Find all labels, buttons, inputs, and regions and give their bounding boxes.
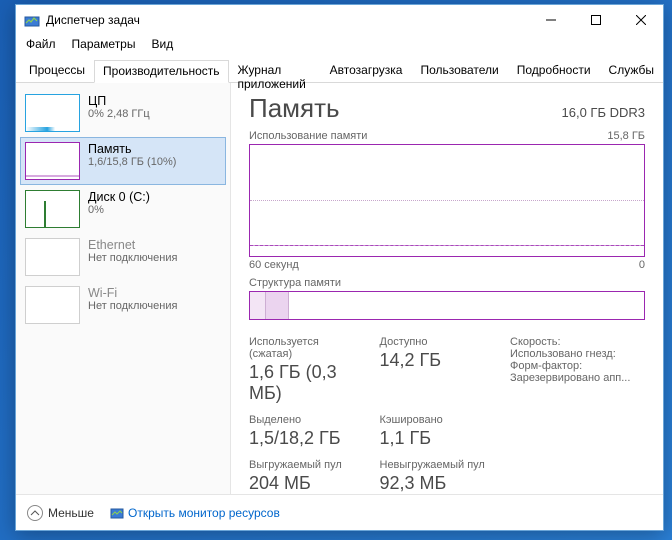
composition-seg-reserved xyxy=(250,292,266,319)
cpu-thumb-icon xyxy=(25,94,80,132)
sidebar-mem-title: Память xyxy=(88,142,176,156)
window-controls xyxy=(528,6,663,35)
tab-details[interactable]: Подробности xyxy=(508,59,600,82)
paged-label: Выгружаемый пул xyxy=(249,459,362,471)
resource-monitor-icon xyxy=(110,506,124,520)
sidebar-eth-title: Ethernet xyxy=(88,238,177,252)
sidebar-mem-sub: 1,6/15,8 ГБ (10%) xyxy=(88,156,176,168)
fewer-details-button[interactable]: Меньше xyxy=(26,504,94,522)
usage-graph-max: 15,8 ГБ xyxy=(607,130,645,142)
sidebar-disk-title: Диск 0 (C:) xyxy=(88,190,150,204)
reserved-label: Зарезервировано апп... xyxy=(510,372,630,384)
sidebar-item-wifi[interactable]: Wi-Fi Нет подключения xyxy=(20,281,226,329)
sidebar-wifi-sub: Нет подключения xyxy=(88,300,177,312)
sidebar-disk-sub: 0% xyxy=(88,204,150,216)
commit-label: Выделено xyxy=(249,414,362,426)
cached-label: Кэшировано xyxy=(380,414,493,426)
main-panel: Память 16,0 ГБ DDR3 Использование памяти… xyxy=(231,83,663,494)
sidebar-item-ethernet[interactable]: Ethernet Нет подключения xyxy=(20,233,226,281)
menu-file[interactable]: Файл xyxy=(18,35,64,55)
nonpaged-label: Невыгружаемый пул xyxy=(380,459,493,471)
footer: Меньше Открыть монитор ресурсов xyxy=(16,494,663,530)
inuse-label: Используется (сжатая) xyxy=(249,336,362,360)
page-title: Память xyxy=(249,93,340,124)
slots-label: Использовано гнезд: xyxy=(510,348,616,360)
sidebar-item-disk[interactable]: Диск 0 (C:) 0% xyxy=(20,185,226,233)
tab-processes[interactable]: Процессы xyxy=(20,59,94,82)
nonpaged-value: 92,3 МБ xyxy=(380,473,493,494)
form-label: Форм-фактор: xyxy=(510,360,582,372)
speed-label: Скорость: xyxy=(510,336,561,348)
window-title: Диспетчер задач xyxy=(46,13,528,27)
disk-thumb-icon xyxy=(25,190,80,228)
sidebar-eth-sub: Нет подключения xyxy=(88,252,177,264)
commit-value: 1,5/18,2 ГБ xyxy=(249,428,362,449)
sidebar-item-cpu[interactable]: ЦП 0% 2,48 ГГц xyxy=(20,89,226,137)
menubar: Файл Параметры Вид xyxy=(16,35,663,55)
wifi-thumb-icon xyxy=(25,286,80,324)
paged-value: 204 МБ xyxy=(249,473,362,494)
task-manager-window: Диспетчер задач Файл Параметры Вид Проце… xyxy=(15,4,664,531)
axis-right: 0 xyxy=(639,259,645,271)
composition-seg-available xyxy=(289,292,644,319)
cached-value: 1,1 ГБ xyxy=(380,428,493,449)
ethernet-thumb-icon xyxy=(25,238,80,276)
avail-label: Доступно xyxy=(380,336,493,348)
composition-seg-inuse xyxy=(266,292,290,319)
menu-view[interactable]: Вид xyxy=(143,35,181,55)
sidebar-cpu-sub: 0% 2,48 ГГц xyxy=(88,108,150,120)
memory-thumb-icon xyxy=(25,142,80,180)
memory-composition-bar[interactable] xyxy=(249,291,645,320)
performance-sidebar: ЦП 0% 2,48 ГГц Память 1,6/15,8 ГБ (10%) … xyxy=(16,83,231,494)
memory-metrics: Используется (сжатая) 1,6 ГБ (0,3 МБ) До… xyxy=(249,336,645,494)
titlebar[interactable]: Диспетчер задач xyxy=(16,5,663,35)
sidebar-cpu-title: ЦП xyxy=(88,94,150,108)
avail-value: 14,2 ГБ xyxy=(380,350,493,371)
tab-app-history[interactable]: Журнал приложений xyxy=(229,59,321,82)
composition-label: Структура памяти xyxy=(249,277,341,289)
memory-spec: 16,0 ГБ DDR3 xyxy=(562,105,646,120)
tab-services[interactable]: Службы xyxy=(600,59,663,82)
tab-performance[interactable]: Производительность xyxy=(94,60,228,83)
sidebar-wifi-title: Wi-Fi xyxy=(88,286,177,300)
app-icon xyxy=(24,12,40,28)
usage-graph-label: Использование памяти xyxy=(249,130,367,142)
memory-usage-graph[interactable] xyxy=(249,144,645,257)
sidebar-item-memory[interactable]: Память 1,6/15,8 ГБ (10%) xyxy=(20,137,226,185)
maximize-button[interactable] xyxy=(573,6,618,35)
tab-users[interactable]: Пользователи xyxy=(411,59,507,82)
axis-left: 60 секунд xyxy=(249,259,299,271)
fewer-details-label: Меньше xyxy=(48,506,94,520)
open-resource-monitor-label: Открыть монитор ресурсов xyxy=(128,506,280,520)
minimize-button[interactable] xyxy=(528,6,573,35)
inuse-value: 1,6 ГБ (0,3 МБ) xyxy=(249,362,362,404)
content-body: ЦП 0% 2,48 ГГц Память 1,6/15,8 ГБ (10%) … xyxy=(16,83,663,494)
chevron-up-icon xyxy=(26,504,44,522)
close-button[interactable] xyxy=(618,6,663,35)
open-resource-monitor-link[interactable]: Открыть монитор ресурсов xyxy=(110,506,280,520)
tabstrip: Процессы Производительность Журнал прило… xyxy=(16,59,663,83)
tab-startup[interactable]: Автозагрузка xyxy=(321,59,412,82)
watermark-text: Avito xyxy=(611,513,652,534)
menu-options[interactable]: Параметры xyxy=(64,35,144,55)
